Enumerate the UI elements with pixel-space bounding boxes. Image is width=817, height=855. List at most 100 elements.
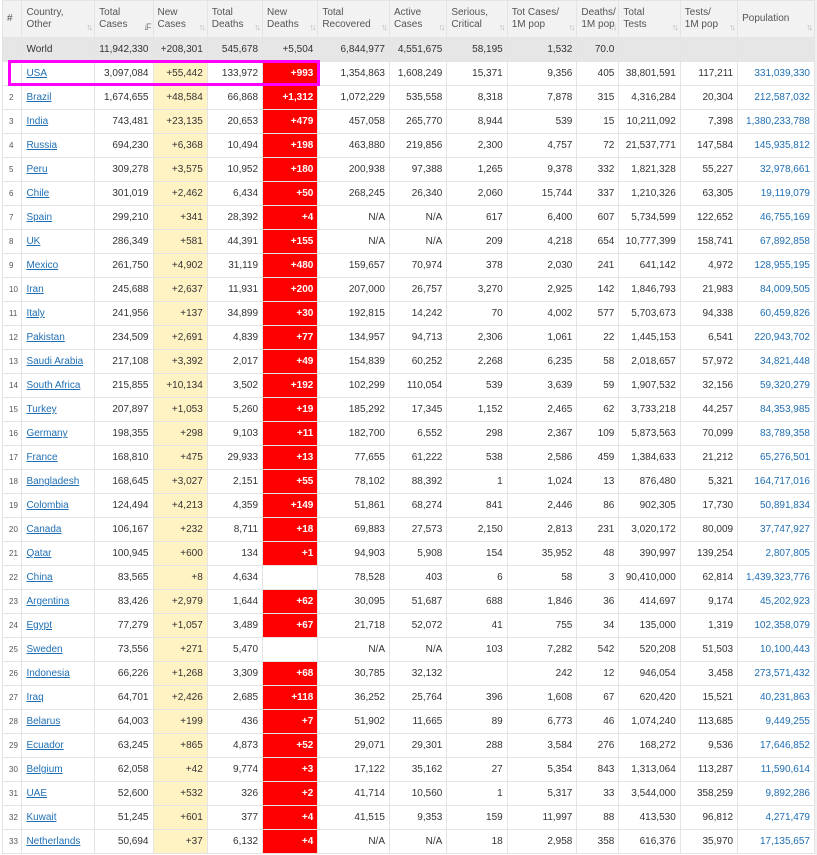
total-cases-cell: 3,097,084 xyxy=(94,61,154,86)
row-index: 4 xyxy=(1,133,23,158)
table-row: 29 Ecuador 63,245 +865 4,873 +52 29,071 29,301 2… xyxy=(1,733,815,758)
header-new-cases[interactable]: New Cases ↑↓ xyxy=(152,0,208,38)
active-cases-cell: 14,242 xyxy=(388,301,448,326)
total-deaths-cell: 20,653 xyxy=(206,109,264,134)
total-tests-cell: 3,544,000 xyxy=(618,781,681,806)
country-link[interactable]: South Africa xyxy=(26,380,80,391)
tests-per-million-cell: 139,254 xyxy=(679,541,739,566)
active-cases-cell: 97,388 xyxy=(388,157,448,182)
country-link[interactable]: Chile xyxy=(26,188,49,199)
country-link[interactable]: Turkey xyxy=(26,404,56,415)
total-cases-cell: 299,210 xyxy=(94,205,154,230)
header-serious-critical[interactable]: Serious, Critical ↑↓ xyxy=(446,0,508,38)
active-cases-cell: 403 xyxy=(388,565,448,590)
row-index: 19 xyxy=(1,493,23,518)
country-link[interactable]: UK xyxy=(26,236,40,247)
row-index: 27 xyxy=(1,685,23,710)
country-link[interactable]: Pakistan xyxy=(26,332,64,343)
country-link[interactable]: Spain xyxy=(26,212,52,223)
country-link[interactable]: Russia xyxy=(26,140,57,151)
country-link[interactable]: Bangladesh xyxy=(26,476,79,487)
table-row: 32 Kuwait 51,245 +601 377 +4 41,515 9,353 159 11,… xyxy=(1,805,815,830)
sort-arrows-icon[interactable]: ↑↓ xyxy=(381,21,388,33)
header-deaths-per-million[interactable]: Deaths/1M pop ↑↓ xyxy=(576,0,620,38)
header-new-deaths[interactable]: New Deaths ↑↓ xyxy=(262,0,319,38)
country-link[interactable]: Mexico xyxy=(26,260,58,271)
active-cases-cell: 51,687 xyxy=(388,589,448,614)
tests-per-million-cell: 3,458 xyxy=(679,661,739,686)
cases-per-million-cell: 4,757 xyxy=(506,133,578,158)
sort-arrows-icon[interactable]: ↑↓ xyxy=(254,21,261,33)
serious-critical-cell: 2,300 xyxy=(446,133,508,158)
header-total-cases[interactable]: Total Cases ↓F xyxy=(94,0,154,38)
header-total-tests[interactable]: Total Tests ↑↓ xyxy=(618,0,681,38)
cases-per-million-cell: 1,532 xyxy=(506,37,578,62)
row-index: 5 xyxy=(1,157,23,182)
country-link[interactable]: Iran xyxy=(26,284,43,295)
serious-critical-cell: 539 xyxy=(446,373,508,398)
sort-arrows-icon[interactable]: ↑↓ xyxy=(86,21,93,33)
sort-arrows-icon[interactable]: ↑↓ xyxy=(806,21,813,33)
sort-arrows-icon[interactable]: ↑↓ xyxy=(568,21,575,33)
country-link[interactable]: Indonesia xyxy=(26,668,69,679)
new-cases-cell: +1,268 xyxy=(152,661,208,686)
country-link[interactable]: Iraq xyxy=(26,692,43,703)
country-link[interactable]: Canada xyxy=(26,524,61,535)
population-cell: 10,100,443 xyxy=(737,637,815,662)
country-link[interactable]: Saudi Arabia xyxy=(26,356,83,367)
new-cases-cell: +2,426 xyxy=(152,685,208,710)
total-tests-cell: 1,313,064 xyxy=(618,757,681,782)
country-link[interactable]: Netherlands xyxy=(26,836,80,847)
country-link[interactable]: Peru xyxy=(26,164,47,175)
header-country[interactable]: Country, Other ↑↓ xyxy=(21,0,96,38)
sort-arrows-icon[interactable]: ↑↓ xyxy=(499,21,506,33)
header-total-deaths[interactable]: Total Deaths ↑↓ xyxy=(206,0,264,38)
tests-per-million-cell: 117,211 xyxy=(679,61,739,86)
sort-arrows-icon[interactable]: ↑↓ xyxy=(729,21,736,33)
active-cases-cell: 25,764 xyxy=(388,685,448,710)
country-link[interactable]: UAE xyxy=(26,788,47,799)
population-cell: 331,039,330 xyxy=(737,61,815,86)
sort-arrows-icon[interactable]: ↑↓ xyxy=(199,21,206,33)
header-total-recovered[interactable]: Total Recovered ↑↓ xyxy=(317,0,390,38)
header-cases-per-million[interactable]: Tot Cases/1M pop ↑↓ xyxy=(506,0,578,38)
table-body: World 11,942,330 +208,301 545,678 +5,504… xyxy=(1,37,815,854)
header-active-cases[interactable]: Active Cases ↑↓ xyxy=(388,0,448,38)
country-link[interactable]: Egypt xyxy=(26,620,52,631)
country-link[interactable]: Ecuador xyxy=(26,740,63,751)
country-link[interactable]: Kuwait xyxy=(26,812,56,823)
population-cell: 19,119,079 xyxy=(737,181,815,206)
deaths-per-million-cell: 337 xyxy=(576,181,620,206)
sort-arrows-icon[interactable]: ↑↓ xyxy=(309,21,316,33)
country-link[interactable]: Sweden xyxy=(26,644,62,655)
country-link[interactable]: India xyxy=(26,116,48,127)
total-tests-cell: 876,480 xyxy=(618,469,681,494)
sort-arrows-icon[interactable]: ↑↓ xyxy=(610,21,617,33)
sort-arrows-icon[interactable]: ↑↓ xyxy=(672,21,679,33)
deaths-per-million-cell: 577 xyxy=(576,301,620,326)
country-link[interactable]: Belarus xyxy=(26,716,60,727)
header-population[interactable]: Population ↑↓ xyxy=(737,0,815,38)
country-link[interactable]: Argentina xyxy=(26,596,69,607)
header-tests-per-million[interactable]: Tests/1M pop ↑↓ xyxy=(679,0,739,38)
country-link[interactable]: USA xyxy=(26,68,47,79)
sort-arrows-icon[interactable]: ↑↓ xyxy=(438,21,445,33)
total-recovered-cell: 78,528 xyxy=(317,565,390,590)
serious-critical-cell: 41 xyxy=(446,613,508,638)
country-link[interactable]: Italy xyxy=(26,308,44,319)
country-link[interactable]: Brazil xyxy=(26,92,51,103)
table-row: 10 Iran 245,688 +2,637 11,931 +200 207,000 26,7… xyxy=(1,277,815,302)
active-cases-cell: N/A xyxy=(388,205,448,230)
country-link[interactable]: China xyxy=(26,572,52,583)
country-link[interactable]: Qatar xyxy=(26,548,51,559)
total-cases-cell: 241,956 xyxy=(94,301,154,326)
country-link[interactable]: Germany xyxy=(26,428,67,439)
country-link[interactable]: Belgium xyxy=(26,764,62,775)
sort-arrows-icon[interactable]: ↓F xyxy=(144,21,152,33)
total-deaths-cell: 29,933 xyxy=(206,445,264,470)
deaths-per-million-cell: 58 xyxy=(576,349,620,374)
country-link[interactable]: France xyxy=(26,452,57,463)
total-cases-cell: 168,645 xyxy=(94,469,154,494)
country-link[interactable]: Colombia xyxy=(26,500,68,511)
new-cases-cell: +23,135 xyxy=(152,109,208,134)
